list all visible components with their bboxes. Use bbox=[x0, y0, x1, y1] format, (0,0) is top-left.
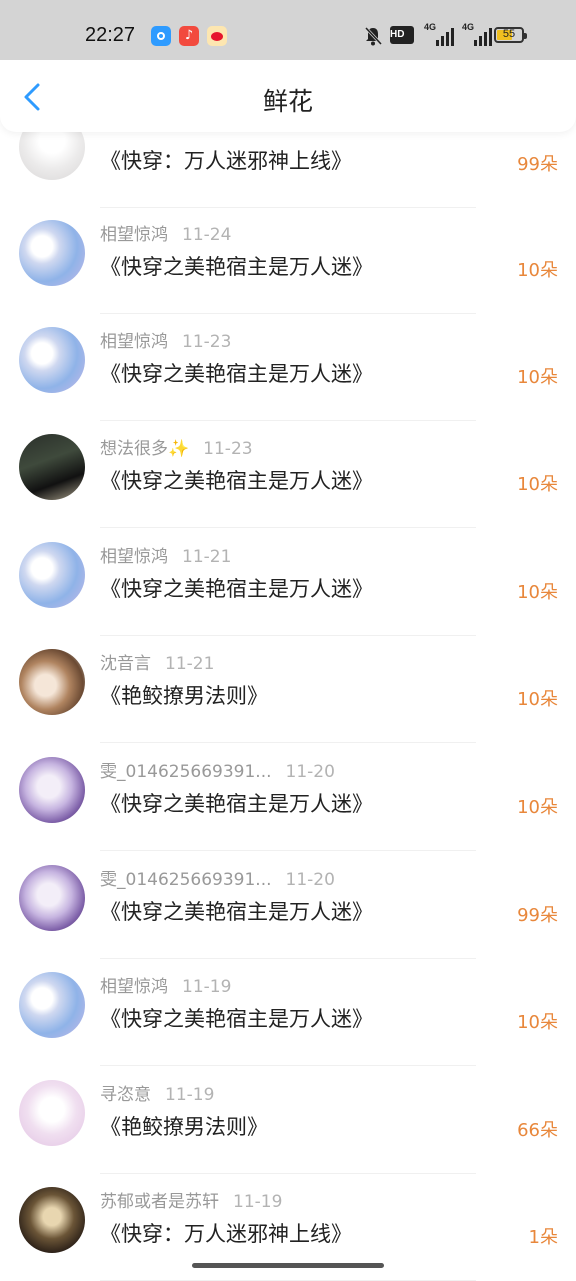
record-meta: 相望惊鸿 11-21 bbox=[100, 542, 231, 567]
username[interactable]: 相望惊鸿 bbox=[100, 225, 168, 245]
flower-count: 99朵 bbox=[517, 154, 558, 175]
page-title: 鲜花 bbox=[262, 87, 313, 116]
book-title[interactable]: 《快穿：万人迷邪神上线》 bbox=[100, 145, 352, 175]
book-title[interactable]: 《快穿之美艳宿主是万人迷》 bbox=[100, 1003, 373, 1033]
signal-strength-icon bbox=[474, 26, 492, 46]
book-title[interactable]: 《快穿之美艳宿主是万人迷》 bbox=[100, 896, 373, 926]
record-meta: 苏郁或者是苏轩 11-19 bbox=[100, 1187, 282, 1212]
divider bbox=[100, 1065, 476, 1066]
flower-count: 10朵 bbox=[517, 474, 558, 495]
flower-count: 10朵 bbox=[517, 367, 558, 388]
record-date: 11-21 bbox=[165, 654, 215, 674]
avatar[interactable] bbox=[19, 434, 85, 500]
record-date: 11-23 bbox=[203, 439, 253, 459]
flower-record-item[interactable]: 雯_014625669391... 11-20 《快穿之美艳宿主是万人迷》 99朵 bbox=[0, 852, 576, 959]
record-date: 11-19 bbox=[165, 1085, 215, 1105]
app-notification-icon bbox=[151, 26, 171, 46]
flower-count: 99朵 bbox=[517, 905, 558, 926]
flower-record-item[interactable]: 相望惊鸿 11-21 《快穿之美艳宿主是万人迷》 10朵 bbox=[0, 529, 576, 636]
record-date: 11-19 bbox=[182, 977, 232, 997]
avatar[interactable] bbox=[19, 1187, 85, 1253]
divider bbox=[100, 850, 476, 851]
record-meta: 相望惊鸿 11-19 bbox=[100, 972, 231, 997]
avatar[interactable] bbox=[19, 542, 85, 608]
username[interactable]: 苏郁或者是苏轩 bbox=[100, 1192, 219, 1212]
flower-record-item[interactable]: 沈音言 11-21 《艳鲛撩男法则》 10朵 bbox=[0, 636, 576, 743]
flower-record-item[interactable]: 相望惊鸿 11-19 《快穿之美艳宿主是万人迷》 10朵 bbox=[0, 959, 576, 1066]
record-meta: 想法很多✨ 11-23 bbox=[100, 434, 253, 459]
record-date: 11-21 bbox=[182, 547, 232, 567]
flower-count: 1朵 bbox=[528, 1227, 558, 1248]
record-meta: 相望惊鸿 11-23 bbox=[100, 327, 231, 352]
book-title[interactable]: 《快穿：万人迷邪神上线》 bbox=[100, 1218, 352, 1248]
book-title[interactable]: 《艳鲛撩男法则》 bbox=[100, 1111, 268, 1141]
book-title[interactable]: 《快穿之美艳宿主是万人迷》 bbox=[100, 465, 373, 495]
flower-count: 66朵 bbox=[517, 1120, 558, 1141]
signal-strength-icon bbox=[436, 26, 454, 46]
book-title[interactable]: 《艳鲛撩男法则》 bbox=[100, 680, 268, 710]
book-title[interactable]: 《快穿之美艳宿主是万人迷》 bbox=[100, 573, 373, 603]
record-meta: 雯_014625669391... 11-20 bbox=[100, 757, 335, 782]
record-date: 11-24 bbox=[182, 225, 232, 245]
flower-count: 10朵 bbox=[517, 260, 558, 281]
network-type-label: 4G bbox=[462, 22, 475, 32]
home-indicator[interactable] bbox=[192, 1263, 384, 1268]
avatar[interactable] bbox=[19, 1080, 85, 1146]
record-date: 11-20 bbox=[285, 762, 335, 782]
avatar[interactable] bbox=[19, 327, 85, 393]
battery-icon: 55 bbox=[494, 27, 527, 43]
record-meta: 寻恣意 11-19 bbox=[100, 1080, 214, 1105]
flower-count: 10朵 bbox=[517, 797, 558, 818]
divider bbox=[100, 527, 476, 528]
record-date: 11-23 bbox=[182, 332, 232, 352]
username[interactable]: 雯_014625669391... bbox=[100, 870, 272, 890]
record-date: 11-19 bbox=[233, 1192, 283, 1212]
flower-record-item[interactable]: 想法很多✨ 11-23 《快穿之美艳宿主是万人迷》 10朵 bbox=[0, 421, 576, 528]
mute-bell-icon bbox=[364, 26, 382, 46]
avatar[interactable] bbox=[19, 757, 85, 823]
avatar[interactable] bbox=[19, 649, 85, 715]
flower-count: 10朵 bbox=[517, 689, 558, 710]
nav-bar: 鲜花 bbox=[0, 60, 576, 132]
avatar[interactable] bbox=[19, 972, 85, 1038]
clock: 22:27 bbox=[85, 24, 136, 46]
record-meta: 相望惊鸿 11-24 bbox=[100, 220, 231, 245]
flower-record-item[interactable]: 寻恣意 11-19 《艳鲛撩男法则》 66朵 bbox=[0, 1067, 576, 1174]
username[interactable]: 相望惊鸿 bbox=[100, 977, 168, 997]
battery-level: 55 bbox=[502, 28, 516, 40]
hd-voice-icon: HD bbox=[390, 26, 414, 44]
username[interactable]: 想法很多✨ bbox=[100, 439, 189, 459]
record-meta: 沈音言 11-21 bbox=[100, 649, 214, 674]
book-title[interactable]: 《快穿之美艳宿主是万人迷》 bbox=[100, 788, 373, 818]
username[interactable]: 沈音言 bbox=[100, 654, 151, 674]
book-title[interactable]: 《快穿之美艳宿主是万人迷》 bbox=[100, 358, 373, 388]
network-type-label: 4G bbox=[424, 22, 437, 32]
flower-count: 10朵 bbox=[517, 582, 558, 603]
flower-record-item[interactable]: 雯_014625669391... 11-20 《快穿之美艳宿主是万人迷》 10朵 bbox=[0, 744, 576, 851]
username[interactable]: 寻恣意 bbox=[100, 1085, 151, 1105]
weibo-app-icon bbox=[207, 26, 227, 46]
username[interactable]: 相望惊鸿 bbox=[100, 547, 168, 567]
username[interactable]: 雯_014625669391... bbox=[100, 762, 272, 782]
divider bbox=[100, 742, 476, 743]
record-date: 11-20 bbox=[285, 870, 335, 890]
username[interactable]: 相望惊鸿 bbox=[100, 332, 168, 352]
avatar[interactable] bbox=[19, 220, 85, 286]
flower-record-item[interactable]: 相望惊鸿 11-24 《快穿之美艳宿主是万人迷》 10朵 bbox=[0, 207, 576, 314]
status-bar: 22:27 ♪ HD 4G 4G 55 bbox=[0, 0, 576, 60]
avatar[interactable] bbox=[19, 865, 85, 931]
music-app-icon: ♪ bbox=[179, 26, 199, 46]
book-title[interactable]: 《快穿之美艳宿主是万人迷》 bbox=[100, 251, 373, 281]
flower-record-item[interactable]: 相望惊鸿 11-23 《快穿之美艳宿主是万人迷》 10朵 bbox=[0, 314, 576, 421]
record-meta: 雯_014625669391... 11-20 bbox=[100, 865, 335, 890]
flower-count: 10朵 bbox=[517, 1012, 558, 1033]
